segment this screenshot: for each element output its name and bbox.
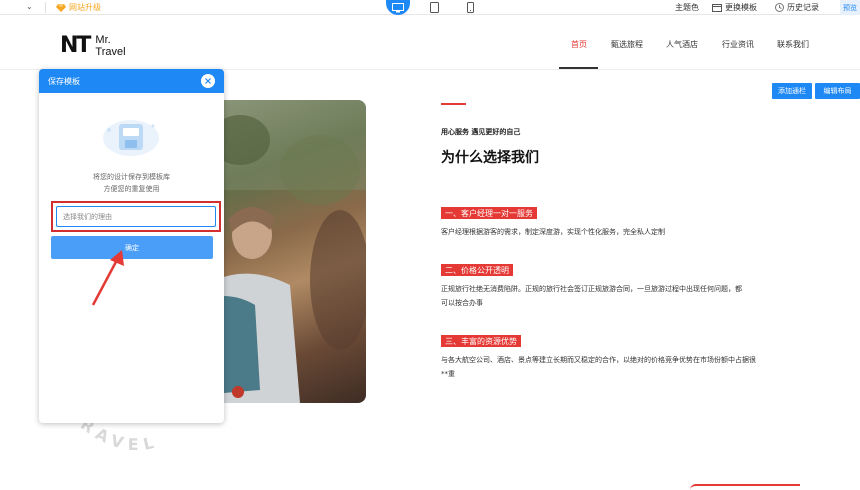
feature-badge-3: 三、丰富的资源优势 <box>441 335 521 347</box>
diamond-icon <box>56 3 66 12</box>
save-illustration-icon <box>103 120 159 156</box>
mobile-icon <box>466 2 474 13</box>
change-template-button[interactable]: 更换模板 <box>712 2 757 13</box>
upgrade-label: 网站升级 <box>69 3 101 12</box>
feature-text-2: 正规旅行社绝无消费陷阱。正规的旅行社会签订正规旅游合同，一旦旅游过程中出现任何问… <box>441 285 742 307</box>
add-section-button[interactable]: 添加通栏 <box>772 83 812 99</box>
nav-item-home[interactable]: 首页 <box>571 39 587 50</box>
mobile-view-button[interactable] <box>458 0 482 15</box>
dialog-description: 将您的设计保存到模板库 方便您的重复使用 <box>39 171 224 195</box>
logo-line-1: Mr. <box>95 33 111 46</box>
section-tagline: 用心服务 遇见更好的自己 <box>441 128 521 136</box>
nav-item-hotels[interactable]: 人气酒店 <box>666 39 698 50</box>
theme-color-button[interactable]: 主题色 <box>675 2 699 13</box>
dialog-desc-line-2: 方便您的重复使用 <box>103 185 160 193</box>
feature-text-1: 客户经理根据游客的需求，制定深度游，实现个性化服务，完全私人定制 <box>441 228 665 236</box>
tablet-view-button[interactable] <box>422 0 446 15</box>
section-heading: 为什么选择我们 <box>441 150 539 166</box>
save-template-dialog: 保存模板 将您的设计保存到模板库 方便您的重复使用 确定 <box>39 69 224 423</box>
nav-item-contact[interactable]: 联系我们 <box>777 39 809 50</box>
annotation-arrow <box>91 250 124 306</box>
logo-line-2: Travel <box>95 45 126 58</box>
traveler-illustration <box>200 100 366 403</box>
confirm-button[interactable]: 确定 <box>51 236 213 259</box>
template-name-input[interactable] <box>56 206 216 227</box>
feature-badge-1: 一、客户经理一对一服务 <box>441 207 537 219</box>
dialog-header: 保存模板 <box>39 69 224 93</box>
logo-text: Mr. Travel <box>95 34 125 58</box>
close-icon <box>205 78 211 84</box>
input-highlight-box <box>51 201 221 232</box>
nav-active-underline <box>559 67 598 69</box>
desktop-icon <box>392 2 404 12</box>
clock-icon <box>775 3 784 12</box>
site-header: NT Mr. Travel 首页 甄选旅程 人气酒店 行业资讯 联系我们 <box>0 15 860 70</box>
chevron-down-icon[interactable]: ⌄ <box>26 2 33 11</box>
feature-badge-2: 二、价格公开透明 <box>441 264 513 276</box>
logo-mark: NT <box>60 33 91 58</box>
desktop-view-button[interactable] <box>386 0 410 15</box>
close-button[interactable] <box>201 74 215 88</box>
edit-layout-button[interactable]: 编辑布局 <box>815 83 860 99</box>
template-icon <box>712 3 722 12</box>
nav-item-tours[interactable]: 甄选旅程 <box>611 39 643 50</box>
dialog-desc-line-1: 将您的设计保存到模板库 <box>93 173 170 181</box>
nav-item-news[interactable]: 行业资讯 <box>722 39 754 50</box>
editor-toolbar: ⌄ 网站升级 主题色 更换模板 历史记录 预览 <box>0 0 860 15</box>
section-accent-line <box>441 103 466 105</box>
traveler-photo <box>200 100 366 403</box>
change-template-label: 更换模板 <box>725 3 757 12</box>
preview-button[interactable]: 预览 <box>840 0 860 15</box>
history-label: 历史记录 <box>787 3 819 12</box>
history-button[interactable]: 历史记录 <box>775 2 819 13</box>
feature-text-3: 与各大航空公司、酒店、景点等建立长期而又稳定的合作，以绝对的价格竞争优势在市场份… <box>441 356 756 378</box>
site-logo[interactable]: NT Mr. Travel <box>60 33 126 58</box>
dialog-title: 保存模板 <box>48 76 80 86</box>
tablet-icon <box>429 2 439 13</box>
upgrade-button[interactable]: 网站升级 <box>56 2 101 13</box>
toolbar-divider <box>45 2 46 13</box>
theme-color-label: 主题色 <box>675 3 699 12</box>
bottom-decoration <box>690 484 800 490</box>
